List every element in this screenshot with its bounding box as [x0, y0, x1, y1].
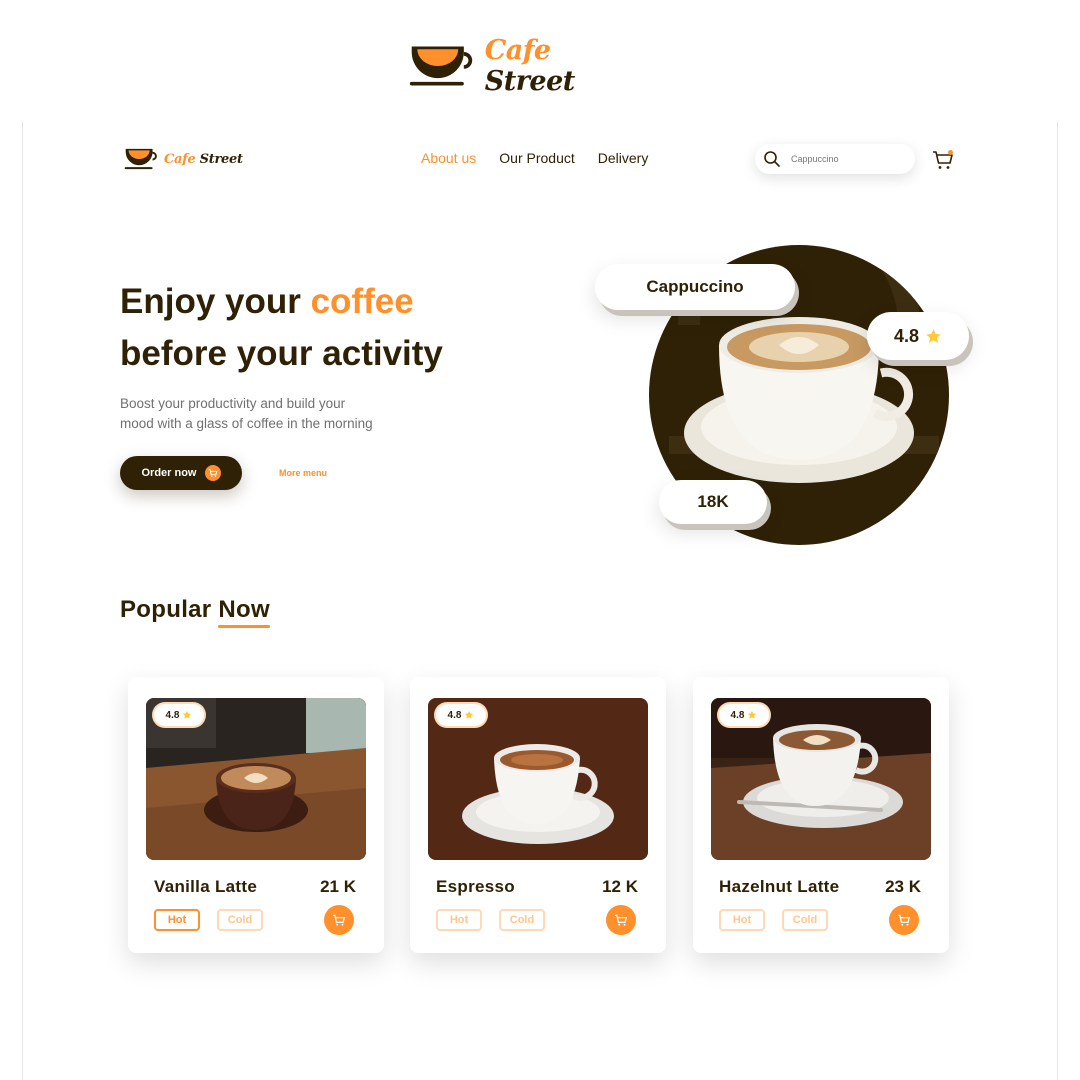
rating-badge: 4.8: [436, 704, 486, 726]
rating-value: 4.8: [447, 709, 462, 721]
coffee-cup-logo-icon: [409, 46, 473, 86]
hot-option-button[interactable]: Hot: [719, 909, 765, 931]
rating-badge: 4.8: [154, 704, 204, 726]
hero-title-line2: before your activity: [120, 334, 443, 373]
product-name: Vanilla Latte: [154, 877, 258, 896]
popular-title-prefix: Popular: [120, 596, 219, 623]
featured-name: Cappuccino: [646, 277, 744, 296]
cart-icon: [615, 914, 628, 926]
brand-word-street: Street: [199, 151, 243, 167]
rating-value: 4.8: [165, 709, 180, 721]
cart-icon: [898, 914, 911, 926]
popular-section-title: Popular Now: [120, 596, 270, 624]
add-to-cart-button[interactable]: [324, 905, 354, 935]
main-nav: About us Our Product Delivery: [421, 150, 648, 166]
cold-option-button[interactable]: Cold: [499, 909, 545, 931]
add-to-cart-button[interactable]: [606, 905, 636, 935]
product-photo: 4.8: [711, 698, 931, 860]
brand-word-cafe: Cafe: [164, 151, 196, 167]
more-menu-link[interactable]: More menu: [279, 468, 327, 478]
hero-subtitle-line1: Boost your productivity and build your: [120, 396, 346, 411]
add-to-cart-button[interactable]: [889, 905, 919, 935]
hot-option-button[interactable]: Hot: [154, 909, 200, 931]
brand-name: Cafe Street: [485, 35, 638, 97]
product-photo: 4.8: [146, 698, 366, 860]
product-name: Espresso: [436, 877, 515, 896]
cart-notification-dot: [948, 150, 953, 155]
coffee-cup-logo-icon: [124, 148, 157, 170]
order-now-button[interactable]: Order now: [120, 456, 242, 490]
cart-icon: [333, 914, 346, 926]
product-card-vanilla-latte[interactable]: 4.8 Vanilla Latte 21 K Hot Cold: [128, 677, 384, 953]
product-card-espresso[interactable]: 4.8 Espresso 12 K Hot Cold: [410, 677, 666, 953]
nav-logo[interactable]: Cafe Street: [123, 146, 243, 172]
hero-title-accent: coffee: [310, 282, 414, 321]
hero-title: Enjoy your coffee before your activity: [120, 276, 443, 380]
product-price: 21 K: [320, 877, 356, 896]
nav-brand-name: Cafe Street: [164, 152, 243, 167]
product-name: Hazelnut Latte: [719, 877, 840, 896]
cart-icon: [204, 465, 221, 481]
nav-delivery[interactable]: Delivery: [598, 150, 649, 166]
star-icon: [926, 328, 941, 343]
search-input[interactable]: [791, 154, 901, 164]
product-price: 12 K: [602, 877, 638, 896]
star-icon: [465, 710, 474, 719]
hero-title-prefix: Enjoy your: [120, 282, 311, 321]
rating-badge: 4.8: [719, 704, 769, 726]
hot-option-button[interactable]: Hot: [436, 909, 482, 931]
star-icon: [748, 710, 757, 719]
product-card-hazelnut-latte[interactable]: 4.8 Hazelnut Latte 23 K Hot Cold: [693, 677, 949, 953]
search-box[interactable]: [755, 144, 915, 174]
order-now-label: Order now: [141, 467, 197, 479]
star-icon: [183, 710, 192, 719]
featured-name-badge: Cappuccino: [595, 264, 795, 310]
brand-word-cafe: Cafe: [484, 35, 551, 66]
hero-subtitle-line2: mood with a glass of coffee in the morni…: [120, 416, 373, 431]
nav-our-product[interactable]: Our Product: [499, 150, 574, 166]
featured-count-badge: 18K: [659, 480, 767, 524]
product-price: 23 K: [885, 877, 921, 896]
page-frame: Cafe Street About us Our Product Deliver…: [22, 122, 1058, 1080]
featured-rating: 4.8: [893, 325, 920, 346]
cart-button[interactable]: [931, 148, 955, 172]
brand-word-street: Street: [484, 66, 576, 97]
featured-count: 18K: [697, 492, 729, 511]
hero-subtitle: Boost your productivity and build your m…: [120, 394, 420, 434]
cold-option-button[interactable]: Cold: [782, 909, 828, 931]
nav-about-us[interactable]: About us: [421, 150, 476, 166]
brand-banner: Cafe Street: [408, 35, 638, 97]
featured-rating-badge: 4.8: [867, 312, 969, 360]
product-photo: 4.8: [428, 698, 648, 860]
rating-value: 4.8: [730, 709, 745, 721]
search-icon[interactable]: [763, 150, 781, 168]
popular-title-underlined: Now: [218, 596, 270, 623]
cold-option-button[interactable]: Cold: [217, 909, 263, 931]
